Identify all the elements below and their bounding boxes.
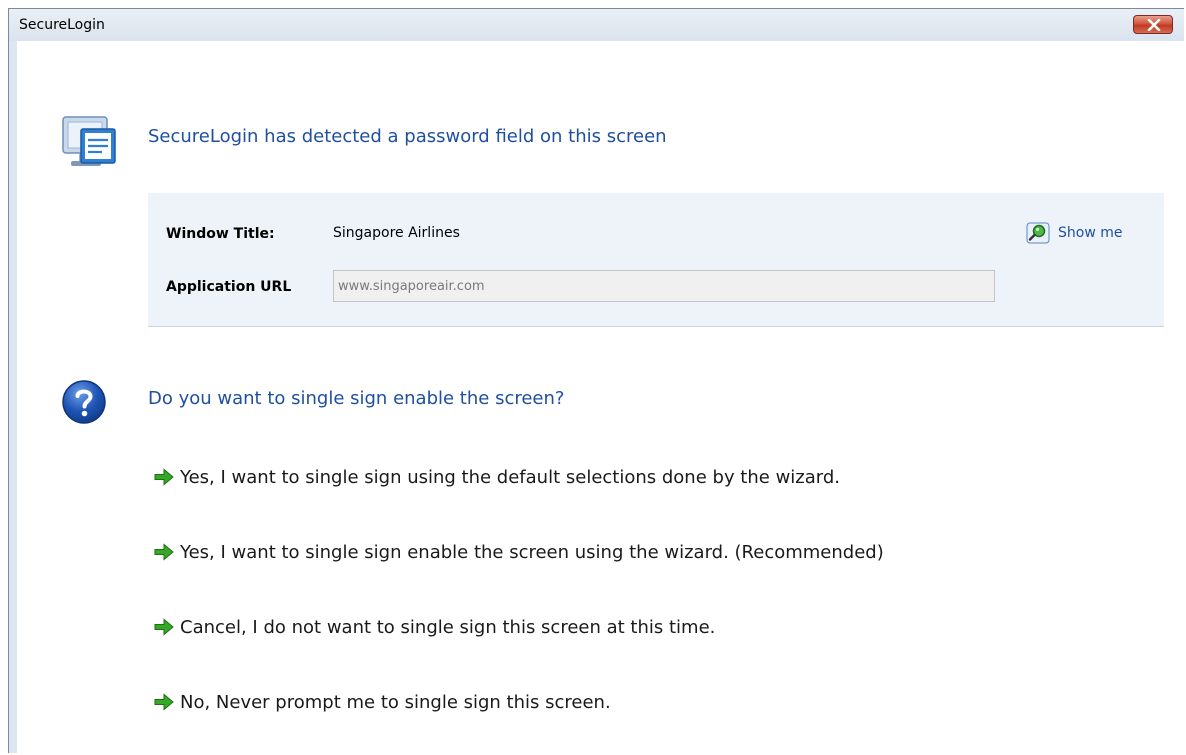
window-title-value: Singapore Airlines	[333, 225, 460, 241]
option-label: Cancel, I do not want to single sign thi…	[180, 616, 716, 638]
securelogin-dialog: SecureLogin SecureLogin has detected a p…	[8, 8, 1184, 753]
show-me-link[interactable]: Show me	[1026, 221, 1122, 245]
option-default-selections[interactable]: Yes, I want to single sign using the def…	[154, 463, 840, 491]
magnifier-icon	[1026, 222, 1050, 244]
green-arrow-icon	[154, 618, 174, 636]
info-panel: Window Title: Singapore Airlines Show me…	[148, 193, 1164, 327]
option-label: No, Never prompt me to single sign this …	[180, 691, 611, 713]
option-label: Yes, I want to single sign enable the sc…	[180, 541, 884, 563]
show-me-label: Show me	[1058, 225, 1123, 241]
window-title: SecureLogin	[19, 17, 105, 33]
option-cancel[interactable]: Cancel, I do not want to single sign thi…	[154, 613, 715, 641]
green-arrow-icon	[154, 543, 174, 561]
application-url-field[interactable]	[333, 270, 995, 302]
window-title-label: Window Title:	[166, 226, 275, 242]
detection-heading: SecureLogin has detected a password fiel…	[148, 126, 667, 147]
title-bar[interactable]: SecureLogin	[9, 9, 1184, 41]
green-arrow-icon	[154, 468, 174, 486]
close-button[interactable]	[1133, 15, 1173, 34]
option-never-prompt[interactable]: No, Never prompt me to single sign this …	[154, 688, 611, 716]
application-url-label: Application URL	[166, 279, 292, 295]
option-label: Yes, I want to single sign using the def…	[180, 466, 841, 488]
option-use-wizard[interactable]: Yes, I want to single sign enable the sc…	[154, 538, 884, 566]
question-icon	[62, 380, 106, 424]
close-icon	[1147, 19, 1161, 31]
green-arrow-icon	[154, 693, 174, 711]
dialog-content: SecureLogin has detected a password fiel…	[17, 41, 1184, 753]
monitor-document-icon	[62, 116, 116, 166]
question-heading: Do you want to single sign enable the sc…	[148, 388, 565, 409]
